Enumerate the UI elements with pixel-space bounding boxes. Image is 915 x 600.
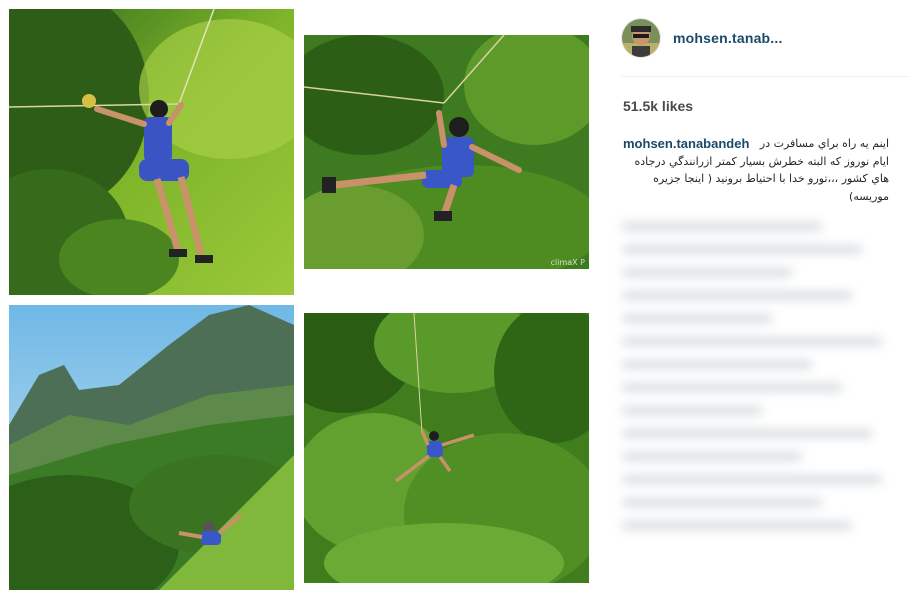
post-caption: mohsen.tanabandeh اینم یه راه براي مسافر… [623,135,889,205]
photo-zipline-jungle-jump: climaX P [304,35,589,269]
photo-zipline-forest [304,313,589,583]
post-username[interactable]: mohsen.tanab... [673,30,783,46]
likes-count[interactable]: 51.5k likes [623,98,693,114]
header-divider [621,76,909,77]
photo-zipline-hill [9,9,294,295]
post-header: mohsen.tanab... [621,17,911,59]
photo-mountain-landscape [9,305,294,590]
profile-avatar[interactable] [621,18,661,58]
photo-watermark: climaX P [550,258,585,267]
blurred-comments [614,222,912,594]
post-image-collage[interactable]: climaX P [0,0,600,600]
caption-username[interactable]: mohsen.tanabandeh [623,135,749,152]
instagram-post-view: climaX P mohsen.tanab... 51.5k likes moh… [0,0,915,600]
post-side-panel: mohsen.tanab... 51.5k likes mohsen.tanab… [600,0,915,600]
